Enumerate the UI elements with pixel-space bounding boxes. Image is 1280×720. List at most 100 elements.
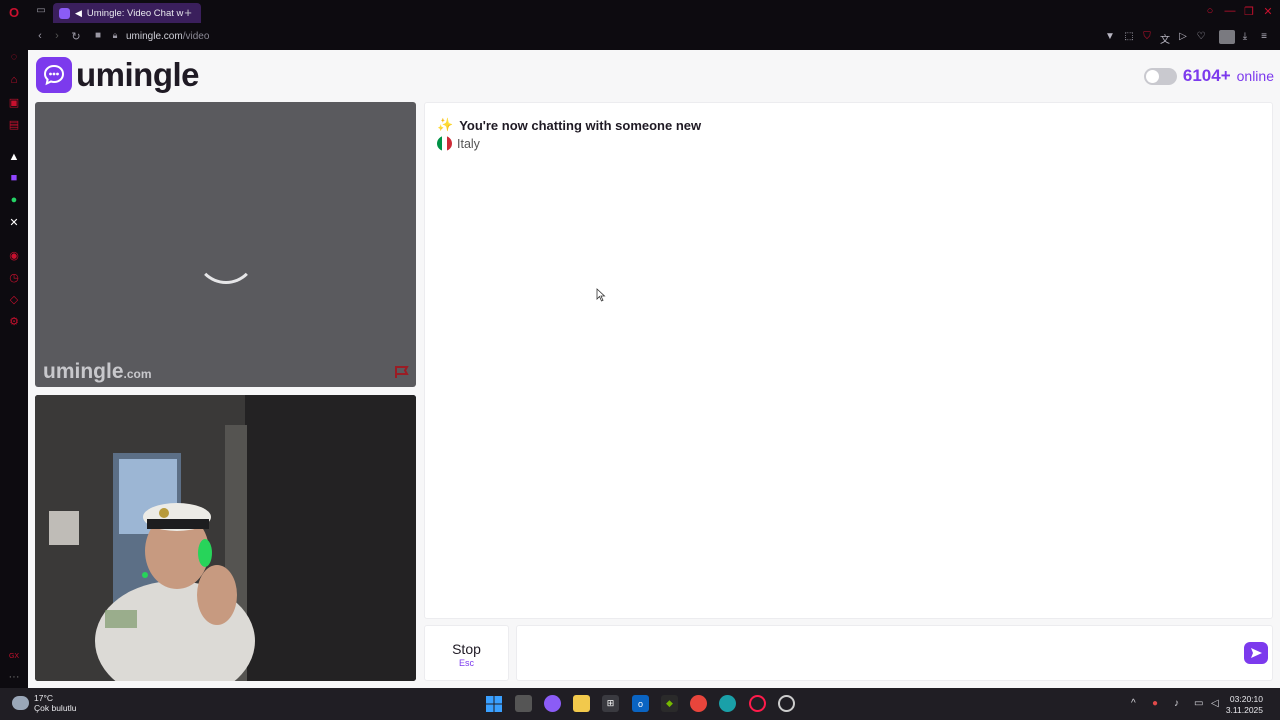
pin-icon[interactable]: ▼ — [1104, 31, 1116, 42]
back-icon[interactable]: ‹ — [33, 30, 47, 42]
search-tabs-icon[interactable]: ○ — [1203, 5, 1217, 17]
report-flag-icon[interactable] — [394, 365, 410, 379]
tray-overflow-icon[interactable]: ^ — [1131, 698, 1136, 709]
mouse-cursor-icon — [596, 288, 606, 302]
clock-time: 03:20:10 — [1229, 694, 1263, 704]
start-icon[interactable] — [485, 695, 502, 712]
network-icon[interactable]: ▭ — [1194, 698, 1203, 709]
stranger-video: umingle.com — [35, 102, 416, 387]
gx-icon[interactable]: GX — [7, 649, 21, 663]
online-count: 6104+ — [1182, 66, 1231, 85]
speaker-icon[interactable]: ◀ — [75, 8, 82, 19]
file-explorer-icon[interactable] — [573, 695, 590, 712]
edge-icon[interactable] — [719, 695, 736, 712]
watermark-main: umingle — [43, 360, 124, 383]
send-button[interactable] — [1244, 642, 1268, 664]
settings-icon[interactable]: ⚙ — [7, 314, 21, 328]
minimize-icon[interactable]: — — [1223, 5, 1237, 17]
chat-status: ✨ You're now chatting with someone new — [437, 117, 701, 133]
cloud-icon — [12, 696, 29, 710]
tab-favicon-icon — [59, 7, 70, 19]
task-view-icon[interactable] — [515, 695, 532, 712]
history-icon[interactable]: ◷ — [7, 270, 21, 284]
translate-icon[interactable]: 文 — [1159, 31, 1171, 46]
tab-title: Umingle: Video Chat w — [86, 7, 184, 19]
weather-widget[interactable]: 17°C Çok bulutlu — [12, 693, 77, 713]
stop-shortcut: Esc — [458, 658, 474, 668]
stranger-country: Italy — [437, 136, 480, 151]
chat-panel: ✨ You're now chatting with someone new I… — [424, 102, 1273, 619]
opera-logo-icon[interactable]: O — [7, 5, 21, 20]
taskbar: 17°C Çok bulutlu ⊞ o ◆ ^ ● ♪ ▭ ◁ 03:20:1… — [0, 688, 1280, 720]
site-logo[interactable]: umingle — [36, 56, 200, 94]
volume-icon[interactable]: ◁ — [1211, 698, 1219, 709]
online-label: online — [1236, 68, 1274, 84]
self-video — [35, 395, 416, 681]
italy-flag-icon — [437, 136, 452, 151]
lock-icon: 🔒︎ — [112, 30, 118, 40]
browser-sidebar: O ◌ ⌂ ▣ ▤ ▲ ■ ● ✕ ◉ ◷ ◇ ⚙ GX ··· — [0, 0, 28, 688]
forward-icon[interactable]: › — [50, 30, 64, 42]
new-tab-button[interactable]: + — [181, 5, 195, 20]
send-arrow-icon — [1250, 648, 1262, 658]
webcam-feed-image — [35, 395, 416, 681]
app-a-icon[interactable]: ▲ — [7, 150, 21, 164]
whatsapp-icon[interactable]: ● — [7, 193, 21, 207]
snapshot-icon[interactable]: ⬚ — [1123, 31, 1135, 42]
address-bar: ‹ › ↻ ■ 🔒︎ umingle.com/video ▼ ⬚ ⛉ 文 ▷ ♡… — [28, 25, 1280, 50]
theme-toggle[interactable] — [1143, 67, 1177, 85]
watermark-suffix: .com — [123, 367, 152, 381]
outlook-icon[interactable]: o — [632, 695, 649, 712]
twitch-icon[interactable]: ■ — [7, 171, 21, 185]
stop-button[interactable]: Stop Esc — [424, 625, 509, 681]
temperature: 17°C — [34, 693, 53, 703]
menu-icon[interactable]: ≡ — [1258, 31, 1270, 42]
weather-text-block: 17°C Çok bulutlu — [34, 693, 77, 713]
tray-app-icon[interactable]: ● — [1152, 698, 1158, 709]
video-watermark: umingle.com — [43, 360, 152, 384]
aria-icon[interactable]: ◌ — [7, 50, 21, 64]
more-icon[interactable]: ··· — [7, 670, 21, 684]
reload-icon[interactable]: ↻ — [69, 30, 83, 43]
profile-avatar[interactable] — [1219, 30, 1235, 44]
chat-bubble-icon — [36, 57, 72, 93]
bookmarks-icon[interactable]: ◇ — [7, 292, 21, 306]
opera-gx-taskbar-icon[interactable] — [749, 695, 766, 712]
camera-icon[interactable]: ■ — [91, 30, 105, 41]
store-icon[interactable]: ⊞ — [602, 695, 619, 712]
loading-spinner-icon — [195, 222, 257, 284]
sparkle-icon: ✨ — [437, 117, 454, 132]
url-path: /video — [182, 31, 210, 42]
download-icon[interactable]: ⤓ — [1239, 31, 1251, 42]
stop-label: Stop — [452, 641, 481, 657]
close-window-icon[interactable]: ✕ — [1261, 5, 1275, 18]
country-name: Italy — [457, 136, 480, 151]
player-icon[interactable]: ▤ — [7, 117, 21, 131]
tab-strip: ▭ ◀ Umingle: Video Chat w + ○ — ❐ ✕ — [28, 0, 1280, 25]
url-field[interactable]: umingle.com/video — [126, 31, 209, 42]
gaming-icon[interactable]: ▣ — [7, 95, 21, 109]
chrome-icon[interactable] — [690, 695, 707, 712]
copilot-icon[interactable] — [544, 695, 561, 712]
adblock-icon[interactable]: ⛉ — [1141, 31, 1153, 42]
clock[interactable]: 03:20:10 3.11.2025 — [1226, 694, 1263, 716]
workspaces-icon[interactable]: ▭ — [34, 5, 48, 16]
maximize-icon[interactable]: ❐ — [1242, 5, 1256, 18]
send-icon[interactable]: ▷ — [1177, 31, 1189, 42]
clock-date: 3.11.2025 — [1225, 705, 1263, 715]
shopping-icon[interactable]: ⌂ — [7, 73, 21, 87]
tab-umingle[interactable]: ◀ Umingle: Video Chat w — [53, 3, 201, 23]
web-page: umingle 6104+ online umingle.com ✨ You'r… — [28, 50, 1280, 688]
x-icon[interactable]: ✕ — [7, 215, 21, 229]
heart-icon[interactable]: ♡ — [1195, 31, 1207, 42]
message-box — [516, 625, 1273, 681]
extension-icon[interactable]: ◉ — [7, 248, 21, 262]
message-input[interactable] — [525, 634, 1225, 672]
chat-status-text: You're now chatting with someone new — [459, 117, 702, 133]
nvidia-icon[interactable]: ◆ — [661, 695, 678, 712]
microphone-icon[interactable]: ♪ — [1174, 698, 1179, 709]
logo-text: umingle — [76, 56, 200, 93]
weather-description: Çok bulutlu — [34, 703, 77, 713]
url-host: umingle.com — [126, 31, 183, 42]
app-circle-icon[interactable] — [778, 695, 795, 712]
